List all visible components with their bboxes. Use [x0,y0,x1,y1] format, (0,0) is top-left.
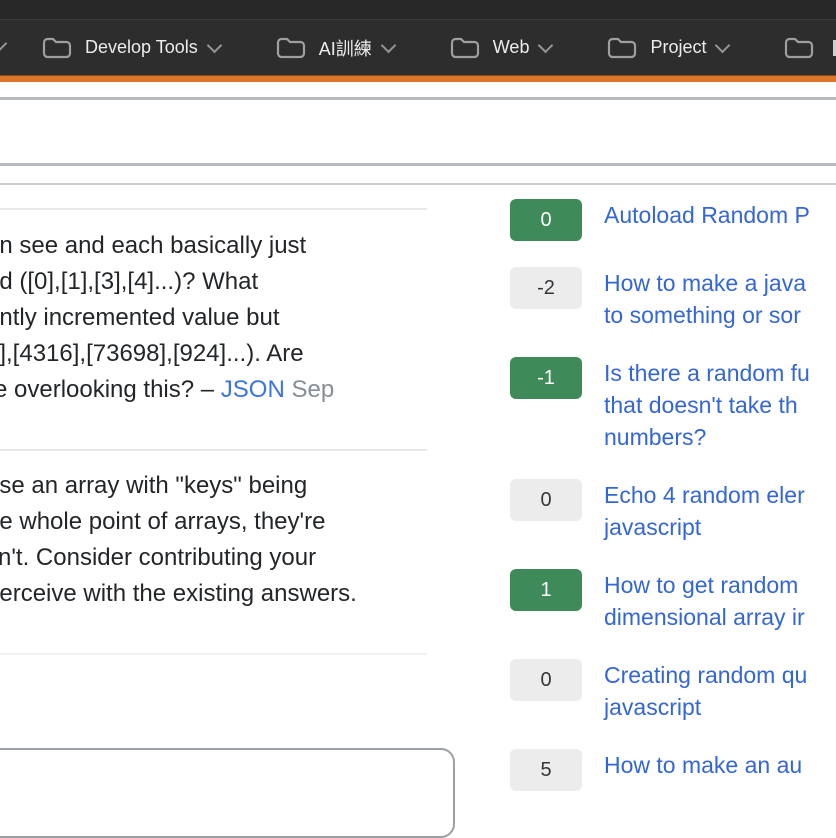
score-badge: -2 [510,267,582,309]
bookmark-label: Develop Tools [85,37,198,58]
score-badge: 5 [510,749,582,791]
comment: use an array with "keys" beinghe whole p… [0,468,441,612]
comment-text-line: re overlooking this? – JSON Sep [0,372,441,408]
comment-separator [0,653,427,655]
question-link[interactable]: How to make an au [604,749,802,781]
related-question-row: -2 How to make a javato something or sor [510,267,836,331]
question-title-line: to something or sor [604,299,806,331]
question-title-line: javascript [604,511,805,543]
comment-text-line: ed ([0],[1],[3],[4]...)? What [0,264,441,300]
bookmark-label: Project [650,37,706,58]
folder-icon [450,36,480,59]
question-link[interactable]: Is there a random futhat doesn't take th… [604,357,810,453]
question-title-line: that doesn't take th [604,389,810,421]
question-title-line: numbers? [604,421,810,453]
question-title-line: dimensional array ir [604,601,805,633]
score-badge: 1 [510,569,582,611]
bookmark-folder-button[interactable]: AI訓練 [276,35,394,61]
add-comment-textarea[interactable] [0,748,455,838]
comment-text-line: sn't. Consider contributing your [0,540,441,576]
bookmark-label: AI訓練 [319,35,372,61]
comment-separator [0,449,427,451]
bookmark-label: Web [493,37,530,58]
comment-text-line: an see and each basically just [0,228,441,264]
stackoverflow-orange-accent-bar [0,75,836,82]
comment-text-line: 3],[4316],[73698],[924]...). Are [0,336,441,372]
bookmark-folder-button[interactable] [784,36,814,59]
related-questions-list: 0 Autoload Random P -2 How to make a jav… [510,183,836,817]
chrome-divider-top [0,97,836,100]
bookmark-folder-button[interactable]: Project [607,36,728,59]
chevron-down-icon [715,37,731,53]
bookmark-folder-button[interactable]: Web [450,36,552,59]
bookmark-folder-button[interactable]: Develop Tools [42,36,220,59]
question-title-line: Autoload Random P [604,199,810,231]
comment-text-line: use an array with "keys" being [0,468,441,504]
folder-icon [607,36,637,59]
question-title-line: javascript [604,691,807,723]
comment: an see and each basically justed ([0],[1… [0,228,441,408]
question-link[interactable]: Echo 4 random elerjavascript [604,479,805,543]
question-title-line: How to make an au [604,749,802,781]
related-question-row: 0 Autoload Random P [510,199,836,241]
question-title-line: Is there a random fu [604,357,810,389]
question-title-line: Echo 4 random eler [604,479,805,511]
comment-tail-text: re overlooking this? – [0,376,221,403]
chevron-down-icon [538,37,554,53]
score-badge: 0 [510,659,582,701]
window-titlebar [0,0,836,19]
comment-separator [0,208,427,210]
score-badge: 0 [510,479,582,521]
bookmarks-bar: Develop Tools AI訓練 Web Project [0,19,836,75]
folder-icon [276,36,306,59]
comment-text-line: ently incremented value but [0,300,441,336]
folder-icon [42,36,72,59]
comments-section: an see and each basically justed ([0],[1… [0,183,427,760]
comment-author-link[interactable]: JSON [221,376,285,403]
chrome-divider-bottom [0,163,836,166]
question-link[interactable]: Autoload Random P [604,199,810,231]
comment-text-line: he whole point of arrays, they're [0,504,441,540]
score-badge: -1 [510,357,582,399]
question-title-line: How to get random [604,569,805,601]
related-question-row: 5 How to make an au [510,749,836,791]
related-question-row: 1 How to get randomdimensional array ir [510,569,836,633]
question-title-line: Creating random qu [604,659,807,691]
question-title-line: How to make a java [604,267,806,299]
folder-icon [784,36,814,59]
score-badge: 0 [510,199,582,241]
chevron-down-icon [206,37,222,53]
bookmarks-items: Develop Tools AI訓練 Web Project [0,35,836,61]
question-link[interactable]: How to make a javato something or sor [604,267,806,331]
related-question-row: -1 Is there a random futhat doesn't take… [510,357,836,453]
comment-date: Sep [291,376,334,403]
question-link[interactable]: Creating random qujavascript [604,659,807,723]
chevron-down-icon [380,37,396,53]
question-link[interactable]: How to get randomdimensional array ir [604,569,805,633]
comment-text-line: perceive with the existing answers. [0,576,441,612]
related-question-row: 0 Echo 4 random elerjavascript [510,479,836,543]
related-question-row: 0 Creating random qujavascript [510,659,836,723]
